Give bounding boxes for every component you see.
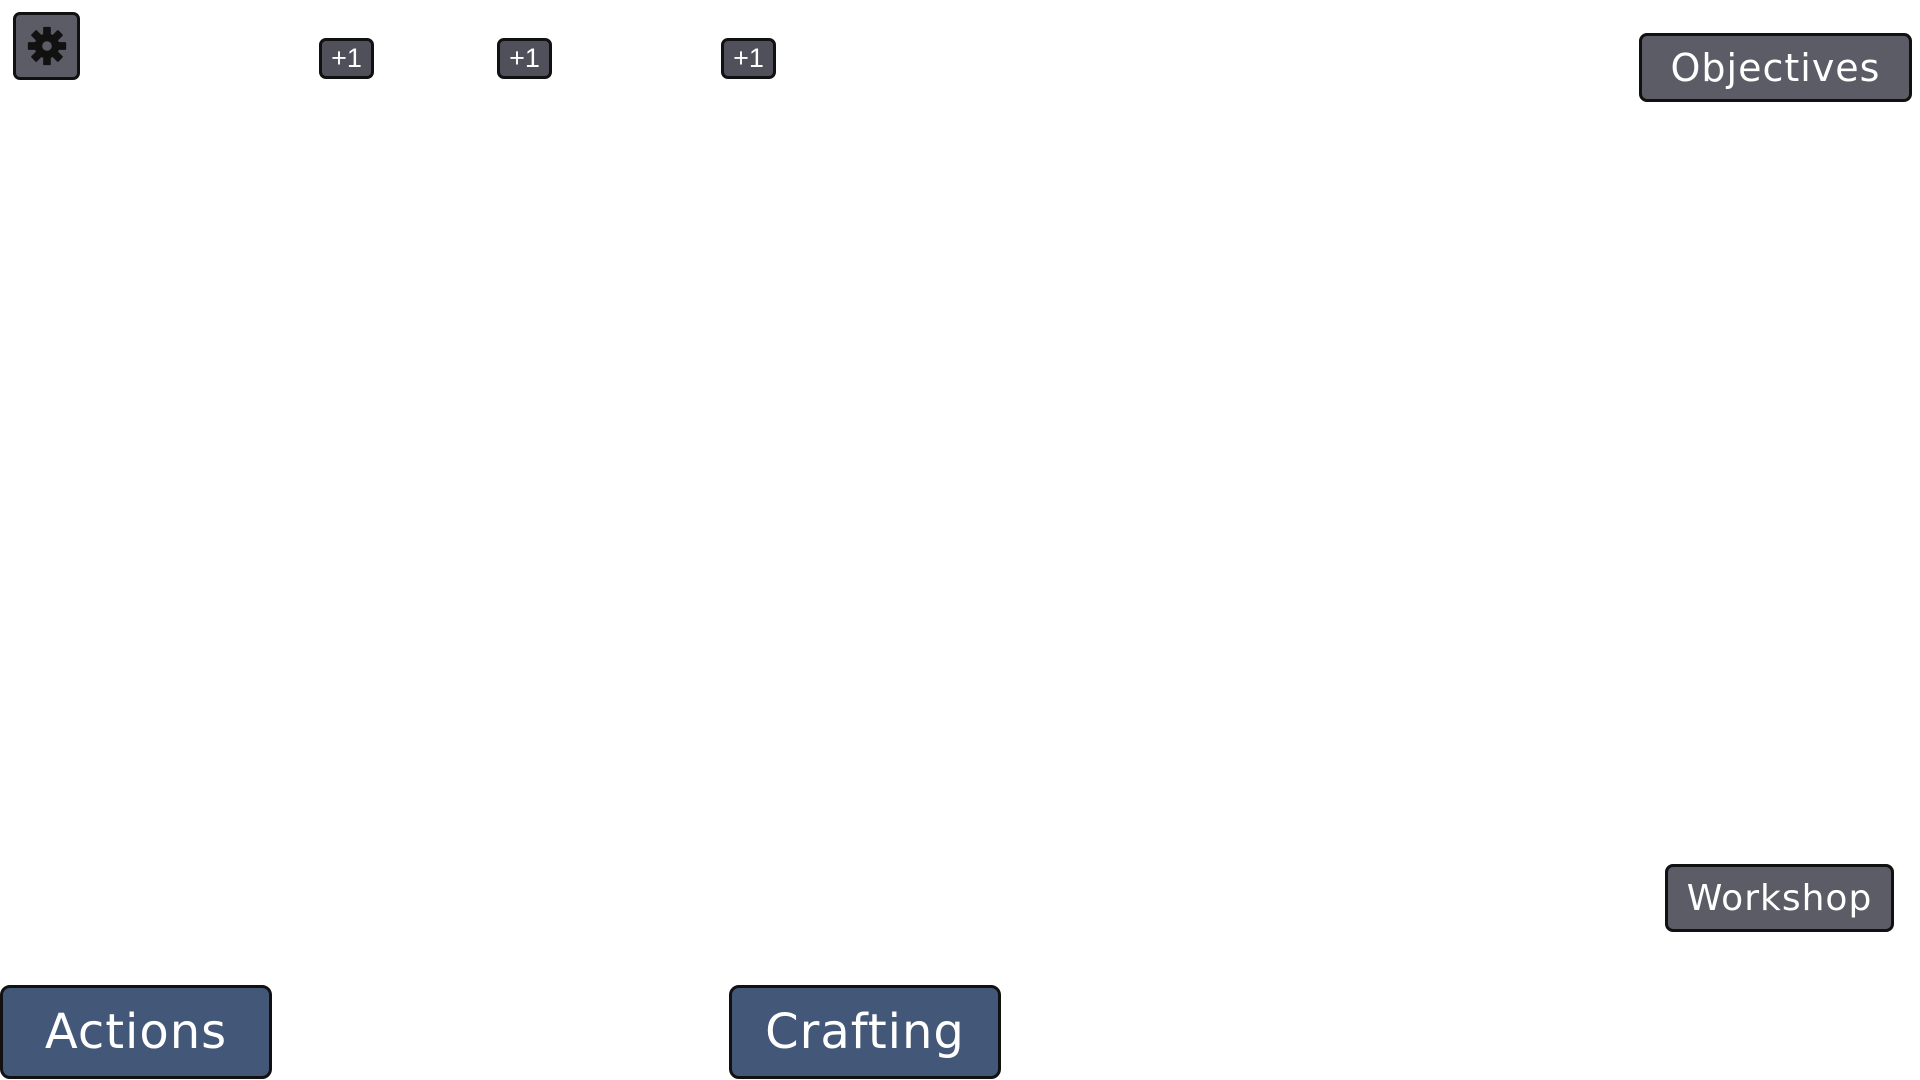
workshop-button[interactable]: Workshop [1665, 864, 1894, 932]
actions-button[interactable]: Actions [0, 985, 272, 1079]
gear-icon [27, 26, 66, 66]
game-screen: +1 +1 +1 Objectives Workshop Actions Cra… [0, 0, 1920, 1080]
objectives-button[interactable]: Objectives [1639, 33, 1912, 102]
plus-one-badge: +1 [721, 38, 776, 79]
plus-one-badge: +1 [497, 38, 552, 79]
crafting-button[interactable]: Crafting [729, 985, 1001, 1079]
plus-one-badge: +1 [319, 38, 374, 79]
settings-button[interactable] [13, 12, 80, 80]
